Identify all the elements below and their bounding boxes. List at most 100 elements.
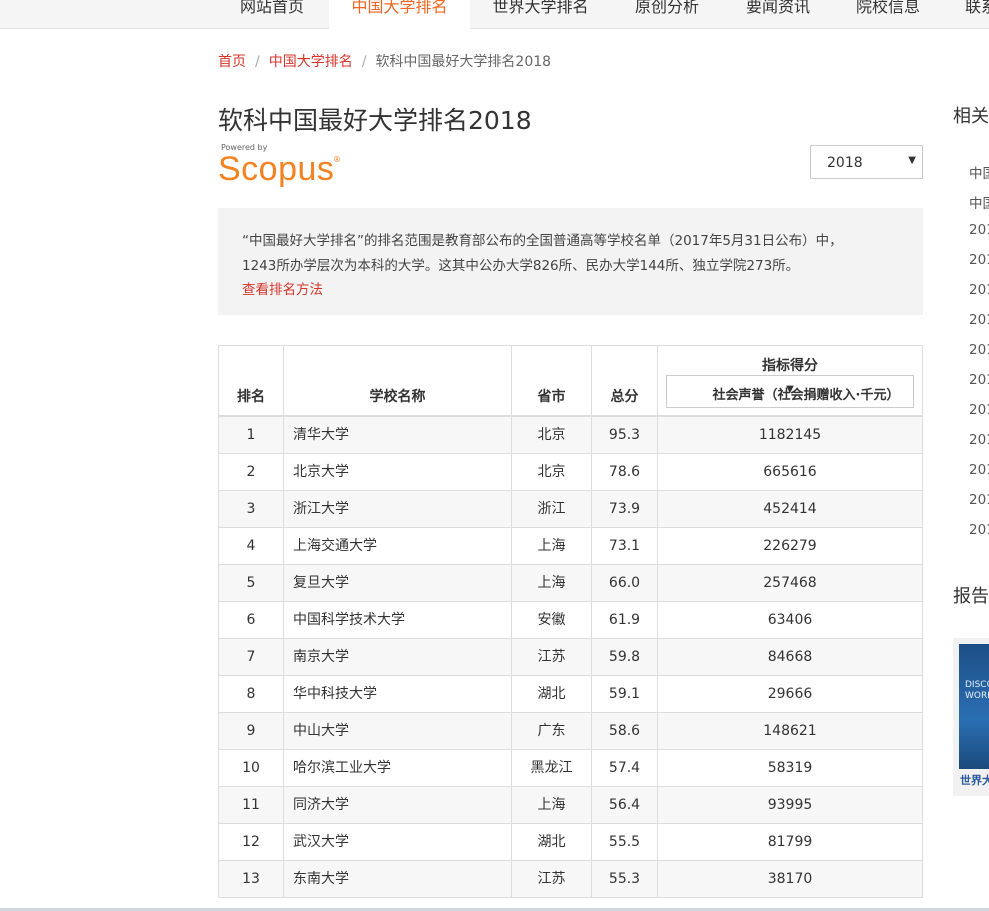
table-row: 7 南京大学 江苏 59.8 84668 — [218, 639, 923, 676]
cell-indicator-score: 148621 — [763, 723, 817, 739]
breadcrumb: 首页 / 中国大学排名 / 软科中国最好大学排名2018 — [218, 51, 551, 71]
table-row: 2 北京大学 北京 78.6 665616 — [218, 454, 923, 491]
description-line-2: 1243所办学层次为本科的大学。这其中公办大学826所、民办大学144所、独立学… — [242, 258, 800, 274]
cell-total-score: 55.5 — [592, 824, 658, 860]
sidebar-related-item[interactable]: 201 — [969, 222, 989, 238]
cell-province: 北京 — [512, 454, 592, 490]
cell-school-name[interactable]: 北京大学 — [284, 454, 512, 490]
sidebar-related-item[interactable]: 201 — [969, 312, 989, 328]
year-select-value: 2018 — [827, 155, 863, 171]
breadcrumb-section-link[interactable]: 中国大学排名 — [269, 54, 353, 70]
report-card[interactable]: DISCO WORLD 世界大 — [953, 638, 989, 796]
header-rank: 排名 — [219, 346, 284, 416]
nav-item-contact[interactable]: 联系 — [957, 0, 989, 29]
nav-item-home[interactable]: 网站首页 — [229, 0, 315, 29]
cell-rank: 7 — [219, 639, 284, 675]
cell-indicator-score: 1182145 — [758, 427, 822, 443]
nav-item-news[interactable]: 要闻资讯 — [737, 0, 819, 29]
cell-rank: 5 — [219, 565, 284, 601]
sidebar-related-item[interactable]: 201 — [969, 342, 989, 358]
scopus-logo: Powered by Scopus ® — [218, 143, 343, 189]
page-title: 软科中国最好大学排名2018 — [218, 106, 532, 135]
sidebar-related-item[interactable]: 201 — [969, 282, 989, 298]
header-indicator: 指标得分 社会声誉（社会捐赠收入·千元） ▼ — [658, 346, 922, 416]
sidebar-related-item[interactable]: 201 — [969, 432, 989, 448]
chevron-down-icon: ▼ — [908, 155, 916, 166]
report-cover-title-2: WORLD — [965, 691, 989, 701]
cell-indicator-score: 452414 — [763, 501, 817, 517]
sidebar-related-item[interactable]: 201 — [969, 462, 989, 478]
nav-item-schools[interactable]: 院校信息 — [847, 0, 929, 29]
sidebar-related-item[interactable]: 201 — [969, 402, 989, 418]
cell-total-score: 55.3 — [592, 861, 658, 897]
table-row: 1 清华大学 北京 95.3 1182145 — [218, 417, 923, 454]
table-row: 13 东南大学 江苏 55.3 38170 — [218, 861, 923, 898]
cell-school-name[interactable]: 同济大学 — [284, 787, 512, 823]
cell-province: 浙江 — [512, 491, 592, 527]
sidebar-heading-reports: 报告 — [953, 586, 989, 607]
cell-school-name[interactable]: 复旦大学 — [284, 565, 512, 601]
logo-registered-mark: ® — [333, 155, 341, 164]
sidebar-related-item[interactable]: 中国 — [969, 192, 989, 212]
cell-total-score: 78.6 — [592, 454, 658, 490]
sidebar-related-item[interactable]: 201 — [969, 372, 989, 388]
nav-item-world-ranking[interactable]: 世界大学排名 — [484, 0, 597, 29]
top-nav: 网站首页 中国大学排名 世界大学排名 原创分析 要闻资讯 院校信息 联系 — [0, 0, 989, 29]
cell-total-score: 58.6 — [592, 713, 658, 749]
cell-rank: 11 — [219, 787, 284, 823]
breadcrumb-home-link[interactable]: 首页 — [218, 54, 246, 70]
sidebar-related-item[interactable]: 201 — [969, 252, 989, 268]
sidebar-related-item[interactable]: 201 — [969, 522, 989, 538]
cell-province: 黑龙江 — [512, 750, 592, 786]
cell-province: 湖北 — [512, 824, 592, 860]
cell-school-name[interactable]: 清华大学 — [284, 417, 512, 453]
cell-rank: 3 — [219, 491, 284, 527]
indicator-select[interactable]: 社会声誉（社会捐赠收入·千元） ▼ — [666, 375, 914, 408]
breadcrumb-separator: / — [361, 54, 367, 70]
cell-total-score: 73.9 — [592, 491, 658, 527]
nav-item-china-ranking[interactable]: 中国大学排名 — [329, 0, 470, 29]
year-select[interactable]: 2018 ▼ — [810, 145, 923, 179]
cell-indicator-score: 58319 — [767, 760, 813, 776]
cell-school-name[interactable]: 上海交通大学 — [284, 528, 512, 564]
cell-province: 北京 — [512, 417, 592, 453]
cell-total-score: 56.4 — [592, 787, 658, 823]
sidebar-related-item[interactable]: 201 — [969, 492, 989, 508]
ranking-description: “中国最好大学排名”的排名范围是教育部公布的全国普通高等学校名单（2017年5月… — [218, 208, 923, 315]
cell-province: 上海 — [512, 565, 592, 601]
cell-indicator-score: 63406 — [767, 612, 813, 628]
report-cover-title-1: DISCO — [965, 680, 989, 690]
cell-province: 上海 — [512, 528, 592, 564]
cell-rank: 6 — [219, 602, 284, 638]
cell-total-score: 57.4 — [592, 750, 658, 786]
table-row: 4 上海交通大学 上海 73.1 226279 — [218, 528, 923, 565]
cell-province: 江苏 — [512, 861, 592, 897]
nav-item-analysis[interactable]: 原创分析 — [626, 0, 708, 29]
methodology-link[interactable]: 查看排名方法 — [242, 278, 323, 298]
cell-school-name[interactable]: 东南大学 — [284, 861, 512, 897]
cell-school-name[interactable]: 南京大学 — [284, 639, 512, 675]
cell-indicator-score: 226279 — [763, 538, 817, 554]
cell-school-name[interactable]: 中国科学技术大学 — [284, 602, 512, 638]
table-row: 8 华中科技大学 湖北 59.1 29666 — [218, 676, 923, 713]
cell-total-score: 59.8 — [592, 639, 658, 675]
sidebar-related-item[interactable]: 中国 — [969, 162, 989, 182]
cell-rank: 9 — [219, 713, 284, 749]
cell-school-name[interactable]: 哈尔滨工业大学 — [284, 750, 512, 786]
cell-school-name[interactable]: 中山大学 — [284, 713, 512, 749]
cell-province: 江苏 — [512, 639, 592, 675]
table-row: 12 武汉大学 湖北 55.5 81799 — [218, 824, 923, 861]
cell-rank: 1 — [219, 417, 284, 453]
cell-school-name[interactable]: 浙江大学 — [284, 491, 512, 527]
table-row: 3 浙江大学 浙江 73.9 452414 — [218, 491, 923, 528]
cell-school-name[interactable]: 华中科技大学 — [284, 676, 512, 712]
cell-rank: 13 — [219, 861, 284, 897]
cell-indicator-score: 38170 — [767, 871, 813, 887]
cell-province: 湖北 — [512, 676, 592, 712]
table-header: 排名 学校名称 省市 总分 指标得分 社会声誉（社会捐赠收入·千元） ▼ — [218, 345, 923, 417]
cell-school-name[interactable]: 武汉大学 — [284, 824, 512, 860]
table-row: 11 同济大学 上海 56.4 93995 — [218, 787, 923, 824]
cell-indicator-score: 665616 — [763, 464, 817, 480]
cell-province: 安徽 — [512, 602, 592, 638]
cell-indicator-score: 93995 — [767, 797, 813, 813]
